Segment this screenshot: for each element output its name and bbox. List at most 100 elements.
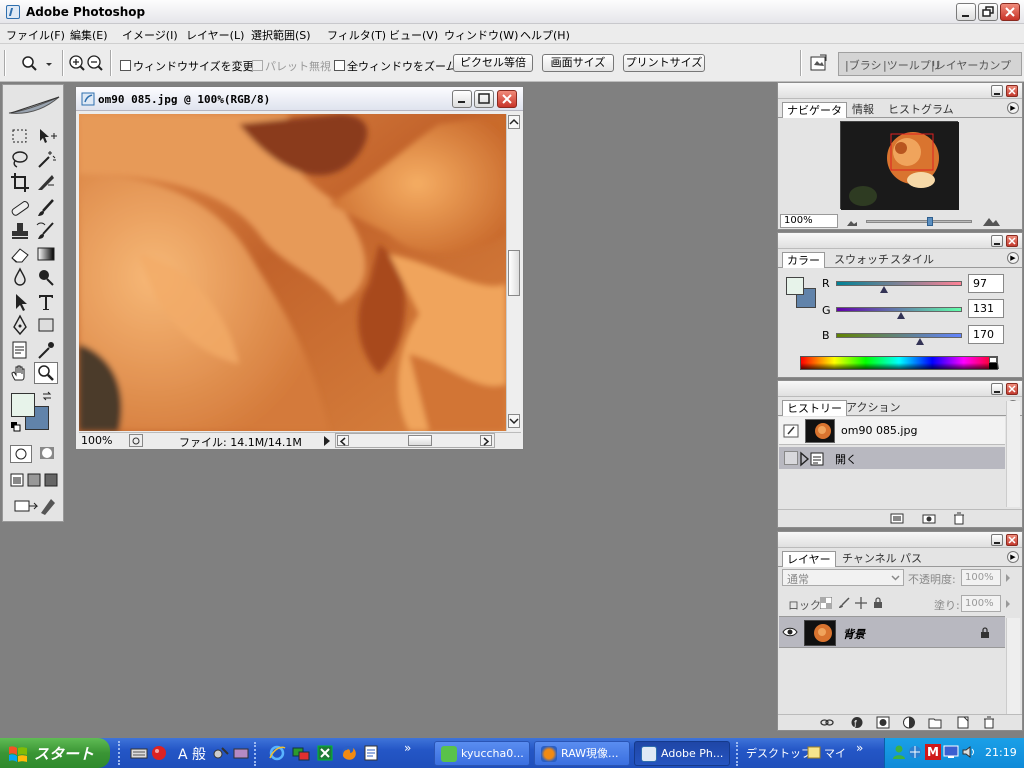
zoom-out-button[interactable] bbox=[86, 54, 104, 72]
color-ramp[interactable] bbox=[800, 356, 999, 370]
quick-mask-button[interactable] bbox=[36, 445, 58, 463]
menu-layer[interactable]: レイヤー(L) bbox=[186, 27, 244, 43]
quick-launch-disk[interactable] bbox=[232, 744, 250, 762]
eraser-tool[interactable] bbox=[8, 243, 32, 265]
new-document-from-state-button[interactable] bbox=[890, 512, 904, 525]
link-layers-button[interactable] bbox=[820, 716, 834, 729]
tool-preset-picker[interactable] bbox=[20, 54, 54, 74]
menu-file[interactable]: ファイル(F) bbox=[6, 27, 65, 43]
lock-position-button[interactable] bbox=[855, 597, 867, 609]
panel-close-button[interactable] bbox=[1006, 85, 1018, 97]
panel-close-button[interactable] bbox=[1006, 383, 1018, 395]
restore-button[interactable] bbox=[978, 3, 998, 21]
menu-edit[interactable]: 編集(E) bbox=[70, 27, 108, 43]
well-tab-brushes[interactable]: |ブラシ bbox=[845, 57, 882, 74]
panel-minimize-button[interactable] bbox=[991, 383, 1003, 395]
r-value-field[interactable]: 97 bbox=[968, 274, 1004, 293]
navigator-thumbnail[interactable] bbox=[840, 121, 959, 210]
swap-colors-button[interactable] bbox=[41, 390, 53, 402]
document-minimize-button[interactable] bbox=[452, 90, 472, 108]
tray-antivirus-icon[interactable]: M bbox=[925, 744, 941, 760]
crop-tool[interactable] bbox=[8, 171, 32, 193]
quick-launch-keyboard[interactable] bbox=[130, 744, 148, 762]
navigator-zoom-out-button[interactable] bbox=[846, 217, 858, 227]
new-snapshot-button[interactable] bbox=[922, 512, 936, 525]
adobe-online-button[interactable] bbox=[5, 93, 61, 117]
b-slider-thumb[interactable] bbox=[916, 338, 924, 345]
quick-launch-network[interactable] bbox=[292, 744, 310, 762]
new-adjustment-layer-button[interactable] bbox=[902, 716, 916, 729]
minimize-button[interactable] bbox=[956, 3, 976, 21]
layer-visibility-toggle[interactable] bbox=[782, 625, 798, 639]
history-scrollbar[interactable] bbox=[1006, 401, 1020, 507]
eyedropper-tool[interactable] bbox=[34, 339, 58, 361]
horizontal-scrollbar[interactable] bbox=[335, 433, 495, 448]
menu-help[interactable]: ヘルプ(H) bbox=[520, 27, 570, 43]
toolbar-overflow-icon[interactable]: » bbox=[856, 741, 863, 755]
path-selection-tool[interactable] bbox=[8, 291, 32, 313]
navigator-zoom-slider[interactable] bbox=[866, 217, 972, 226]
screen-mode-full-menu[interactable] bbox=[26, 472, 42, 488]
b-value-field[interactable]: 170 bbox=[968, 325, 1004, 344]
default-colors-button[interactable] bbox=[11, 422, 21, 432]
status-menu-button[interactable] bbox=[129, 434, 143, 447]
tab-paths[interactable]: パス bbox=[896, 551, 926, 567]
new-group-button[interactable] bbox=[928, 716, 942, 729]
clone-stamp-tool[interactable] bbox=[8, 220, 32, 242]
tab-layers[interactable]: レイヤー bbox=[782, 551, 836, 567]
tab-channels[interactable]: チャンネル bbox=[838, 551, 901, 567]
document-close-button[interactable] bbox=[497, 90, 517, 108]
slice-tool[interactable] bbox=[34, 171, 58, 193]
quick-launch-ie[interactable] bbox=[268, 744, 286, 762]
ime-mode-indicator[interactable]: A 般 bbox=[178, 744, 206, 764]
scroll-down-button[interactable] bbox=[508, 414, 520, 428]
marquee-tool[interactable] bbox=[8, 125, 32, 147]
document-title-bar[interactable]: om90 085.jpg @ 100%(RGB/8) bbox=[76, 87, 523, 111]
zoom-tool[interactable] bbox=[34, 362, 58, 384]
tab-actions[interactable]: アクション bbox=[842, 400, 904, 416]
history-brush-source-icon[interactable] bbox=[783, 424, 799, 438]
quick-launch-firefox[interactable] bbox=[340, 744, 358, 762]
lasso-tool[interactable] bbox=[8, 148, 32, 170]
hand-tool[interactable] bbox=[8, 362, 32, 384]
my-documents-toolbar[interactable]: マイ bbox=[824, 745, 846, 761]
tab-info[interactable]: 情報 bbox=[848, 102, 878, 118]
navigator-zoom-in-button[interactable] bbox=[982, 215, 1000, 227]
file-browser-button[interactable] bbox=[808, 53, 830, 75]
fit-screen-button[interactable]: 画面サイズ bbox=[542, 54, 614, 72]
add-mask-button[interactable] bbox=[876, 716, 890, 729]
new-layer-button[interactable] bbox=[956, 716, 970, 729]
menu-select[interactable]: 選択範囲(S) bbox=[251, 27, 311, 43]
vertical-scrollbar[interactable] bbox=[506, 114, 521, 431]
delete-state-button[interactable] bbox=[952, 512, 966, 525]
b-slider-track[interactable] bbox=[836, 333, 962, 338]
tab-swatches[interactable]: スウォッチ bbox=[830, 252, 893, 268]
gradient-tool[interactable] bbox=[34, 243, 58, 265]
panel-menu-button[interactable]: ▶ bbox=[1007, 252, 1019, 264]
brush-tool[interactable] bbox=[34, 197, 58, 219]
panel-menu-button[interactable]: ▶ bbox=[1007, 551, 1019, 563]
quick-launch-excel[interactable] bbox=[316, 744, 334, 762]
panel-menu-button[interactable]: ▶ bbox=[1007, 102, 1019, 114]
layers-scrollbar[interactable] bbox=[1006, 618, 1020, 714]
navigator-zoom-thumb[interactable] bbox=[927, 217, 933, 226]
navigator-zoom-field[interactable]: 100% bbox=[780, 214, 838, 228]
quick-launch-overflow-icon[interactable]: » bbox=[404, 741, 411, 755]
scroll-left-button[interactable] bbox=[337, 435, 349, 446]
panel-close-button[interactable] bbox=[1006, 235, 1018, 247]
standard-mode-button[interactable] bbox=[10, 445, 32, 463]
layer-row-background[interactable]: 背景 bbox=[779, 616, 1005, 648]
menu-filter[interactable]: フィルタ(T) bbox=[327, 27, 386, 43]
panel-minimize-button[interactable] bbox=[991, 534, 1003, 546]
taskbar-item-photoshop[interactable]: Adobe Ph... bbox=[634, 741, 730, 766]
g-slider-thumb[interactable] bbox=[896, 312, 905, 319]
menu-window[interactable]: ウィンドウ(W) bbox=[444, 27, 518, 43]
shape-tool[interactable] bbox=[34, 314, 58, 336]
image-canvas[interactable] bbox=[79, 114, 506, 431]
tab-navigator[interactable]: ナビゲータ bbox=[782, 102, 847, 118]
notes-tool[interactable] bbox=[8, 339, 32, 361]
tab-color[interactable]: カラー bbox=[782, 252, 825, 268]
well-tab-layer-comps[interactable]: |レイヤーカンプ bbox=[931, 57, 1011, 74]
r-slider-track[interactable] bbox=[836, 281, 962, 286]
delete-layer-button[interactable] bbox=[982, 716, 996, 729]
